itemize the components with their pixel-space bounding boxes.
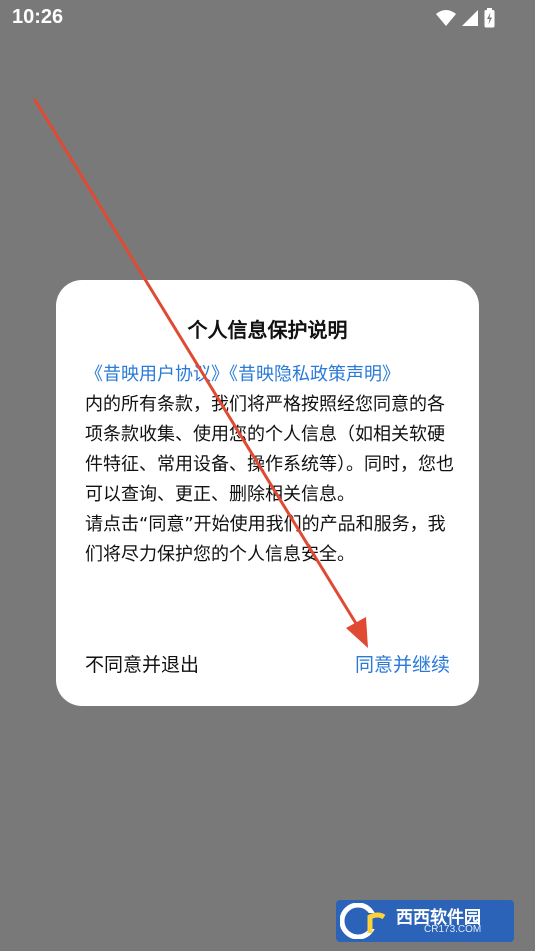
body-paragraph-1: 内的所有条款，我们将严格按照经您同意的各项条款收集、使用您的个人信息（如相关软硬… [85, 394, 454, 505]
agreement-links-line: 《昔映用户协议》《昔映隐私政策声明》 [85, 360, 457, 390]
privacy-policy-link[interactable]: 《昔映隐私政策声明》 [229, 364, 400, 385]
wifi-icon [436, 10, 456, 26]
dialog-title: 个人信息保护说明 [187, 318, 348, 342]
body-paragraph-2: 请点击“同意”开始使用我们的产品和服务，我们将尽力保护您的个人信息安全。 [85, 514, 446, 565]
watermark-subtext: CR173.COM [424, 924, 482, 935]
status-time: 10:26 [12, 6, 64, 28]
dialog-actions: 不同意并退出 同意并继续 [85, 650, 450, 680]
privacy-dialog: 个人信息保护说明 《昔映用户协议》《昔映隐私政策声明》 内的所有条款，我们将严格… [56, 280, 479, 706]
agree-continue-button[interactable]: 同意并继续 [355, 650, 450, 677]
status-bar: 10:26 [0, 0, 535, 36]
cellular-signal-icon [462, 10, 478, 26]
disagree-exit-button[interactable]: 不同意并退出 [85, 650, 199, 677]
site-watermark-logo: 西西软件园 CR173.COM [336, 900, 514, 942]
dialog-body: 《昔映用户协议》《昔映隐私政策声明》 内的所有条款，我们将严格按照经您同意的各项… [85, 360, 457, 570]
status-icons [436, 8, 495, 28]
user-agreement-link[interactable]: 《昔映用户协议》 [85, 364, 229, 385]
battery-charging-icon [484, 8, 495, 28]
cr-logo-icon [340, 903, 386, 939]
